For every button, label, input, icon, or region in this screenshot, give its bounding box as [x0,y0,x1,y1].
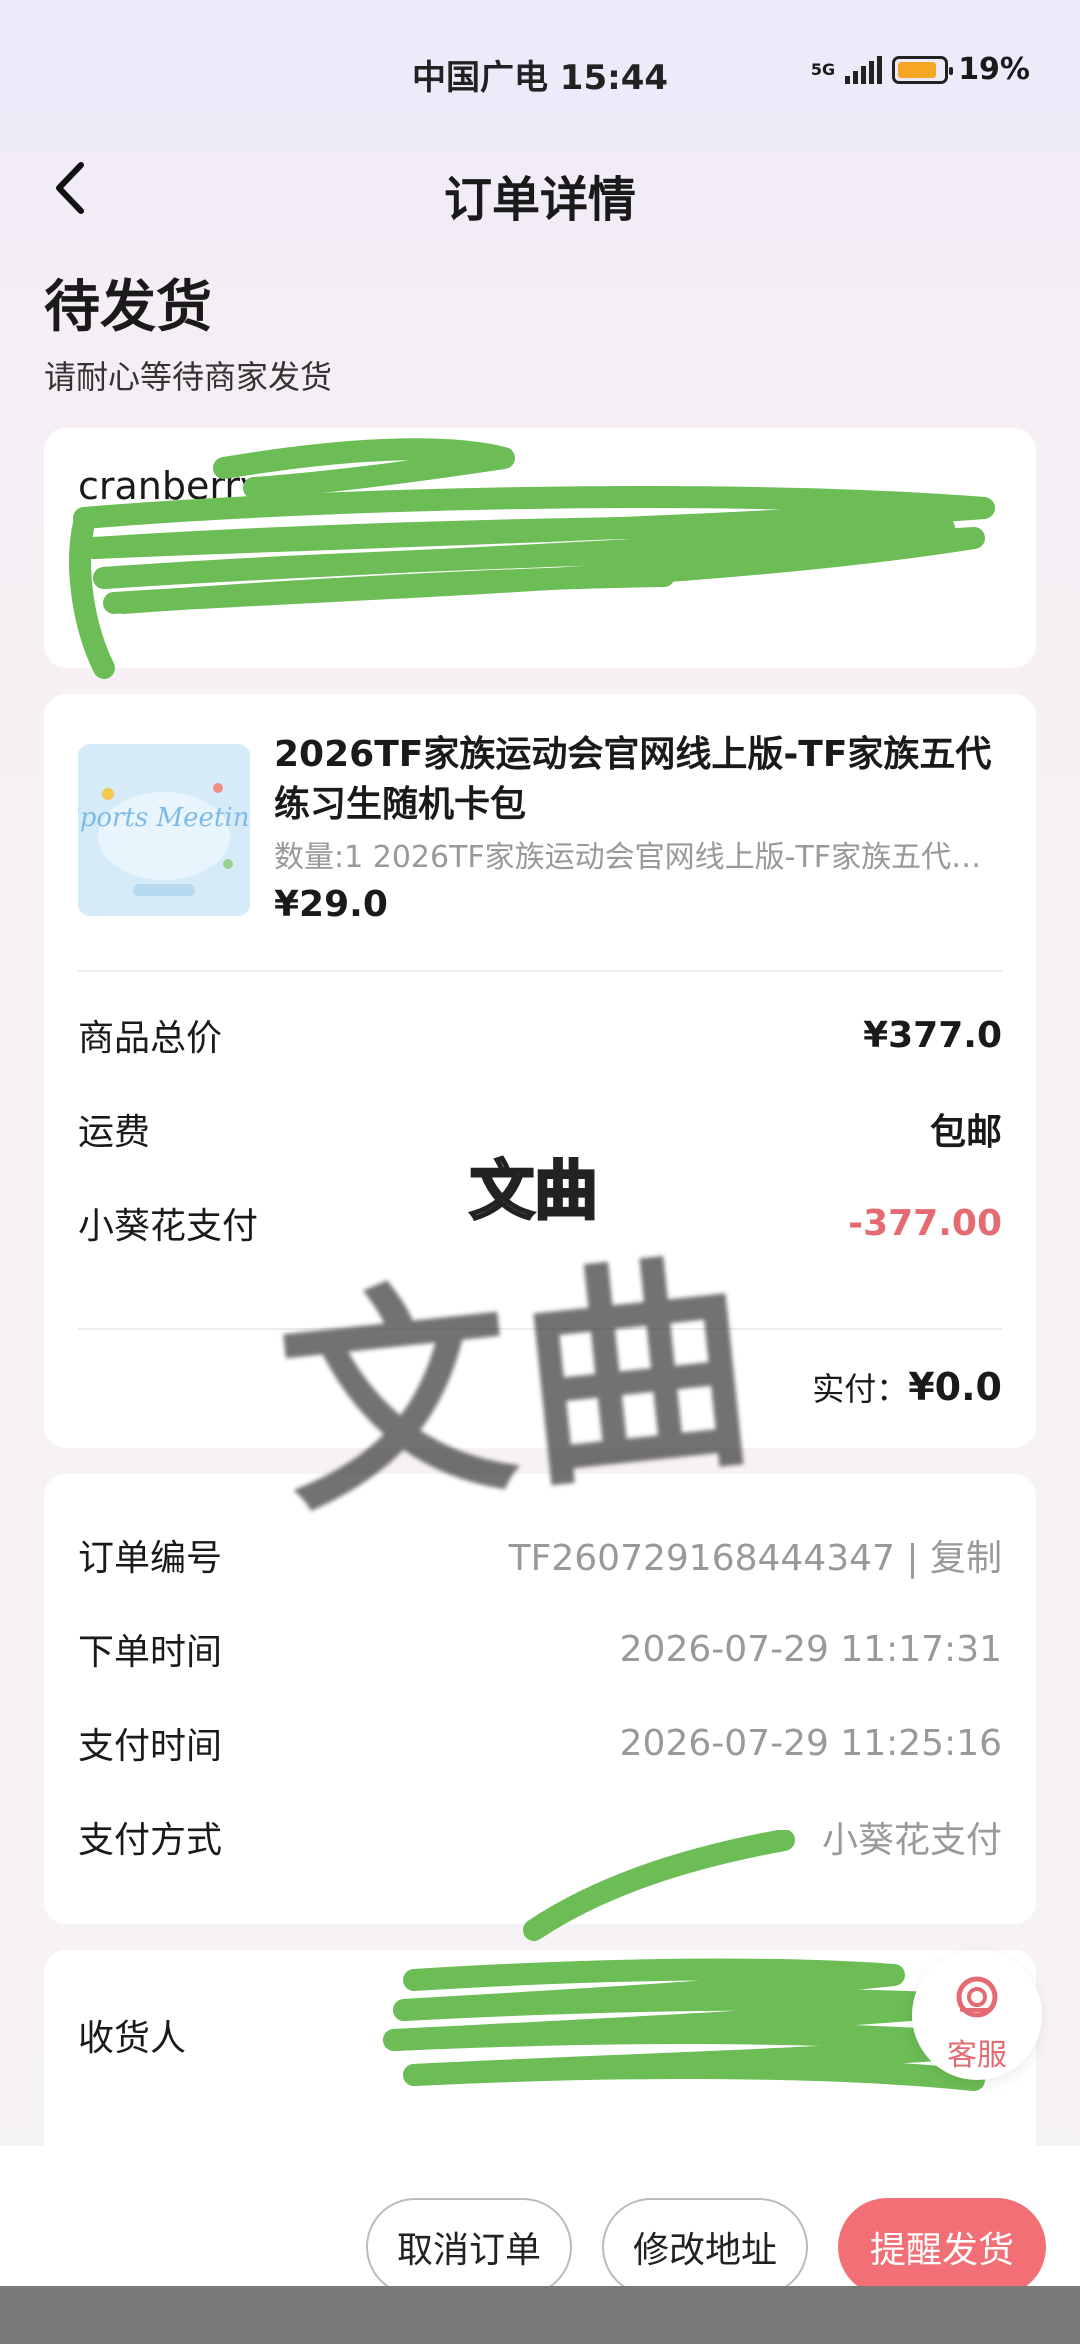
order-status-title: 待发货 [44,275,212,340]
divider [78,970,1002,972]
subtotal-label: 商品总价 [78,1018,223,1059]
paid-value: ¥0.0 [908,1365,1002,1409]
pay-time-row: 支付时间 2026-07-29 11:25:16 [78,1718,1002,1768]
separator: | [906,1538,919,1579]
address-card[interactable]: cranberry sa [44,428,1036,679]
order-time-value: 2026-07-29 11:17:31 [619,1628,1002,1670]
customer-service-label: 客服 [947,2038,1007,2073]
edit-address-button[interactable]: 修改地址 [602,2198,808,2296]
product-title[interactable]: 2026TF家族运动会官网线上版-TF家族五代练习生随机卡包 [274,730,1004,830]
pay-time-label: 支付时间 [78,1726,223,1767]
paid-label: 实付： [812,1370,909,1408]
battery-icon [892,55,954,84]
headset-icon [956,1976,998,2018]
product-thumbnail[interactable]: Sports Meeting [78,744,250,916]
shipping-label: 运费 [78,1112,151,1153]
order-number-row: 订单编号 TF260729168444347 | 复制 [78,1530,1002,1580]
bottom-action-bar: 取消订单 修改地址 提醒发货 [0,2146,1080,2296]
address-name: cranberry sa [78,464,318,508]
signal-icon [845,55,883,84]
order-number-value: TF260729168444347 [508,1538,895,1579]
order-number-label: 订单编号 [78,1538,223,1579]
copy-button[interactable]: 复制 [930,1538,1002,1579]
order-time-label: 下单时间 [78,1632,223,1673]
paid-total: 实付：¥0.0 [812,1364,1002,1410]
order-time-row: 下单时间 2026-07-29 11:17:31 [78,1624,1002,1674]
receiver-row: 收货人 [78,2010,1002,2060]
page-title: 订单详情 [443,172,636,228]
pay-method-value: 小葵花支付 [821,1820,1002,1861]
nav-bar: 订单详情 [0,150,1080,230]
status-bar: 中国广电 15:44 5G 19% [0,0,1080,140]
order-number-group: TF260729168444347 | 复制 [509,1529,1002,1581]
order-status-subtitle: 请耐心等待商家发货 [44,358,333,396]
shipping-value: 包邮 [929,1112,1002,1153]
cancel-order-button[interactable]: 取消订单 [366,2198,572,2296]
receiver-label: 收货人 [78,2018,187,2059]
subtotal-value: ¥377.0 [863,1014,1002,1056]
thumbnail-label: Sports Meeting [78,803,250,833]
watermark-large: 文曲 [269,1229,775,1546]
system-nav-bar [0,2286,1080,2344]
product-spec: 数量:1 2026TF家族运动会官网线上版-TF家族五代练习生随机卡包 [274,840,1004,875]
battery-percent: 19% [958,52,1030,87]
subtotal-row: 商品总价 ¥377.0 [78,1010,1002,1060]
pay-method-row: 支付方式 小葵花支付 [78,1812,1002,1862]
payment-label: 小葵花支付 [78,1206,259,1247]
pay-method-label: 支付方式 [78,1820,223,1861]
network-label: 5G [810,59,836,79]
order-info-card: 订单编号 TF260729168444347 | 复制 下单时间 2026-07… [44,1474,1036,1924]
payment-value: -377.00 [848,1202,1002,1244]
customer-service-button[interactable]: 客服 [912,1950,1042,2080]
remind-shipping-button[interactable]: 提醒发货 [838,2198,1046,2296]
status-indicators: 5G 19% [811,52,1030,87]
pay-time-value: 2026-07-29 11:25:16 [619,1722,1002,1764]
product-price: ¥29.0 [274,884,388,925]
product-image-icon: Sports Meeting [78,744,250,916]
